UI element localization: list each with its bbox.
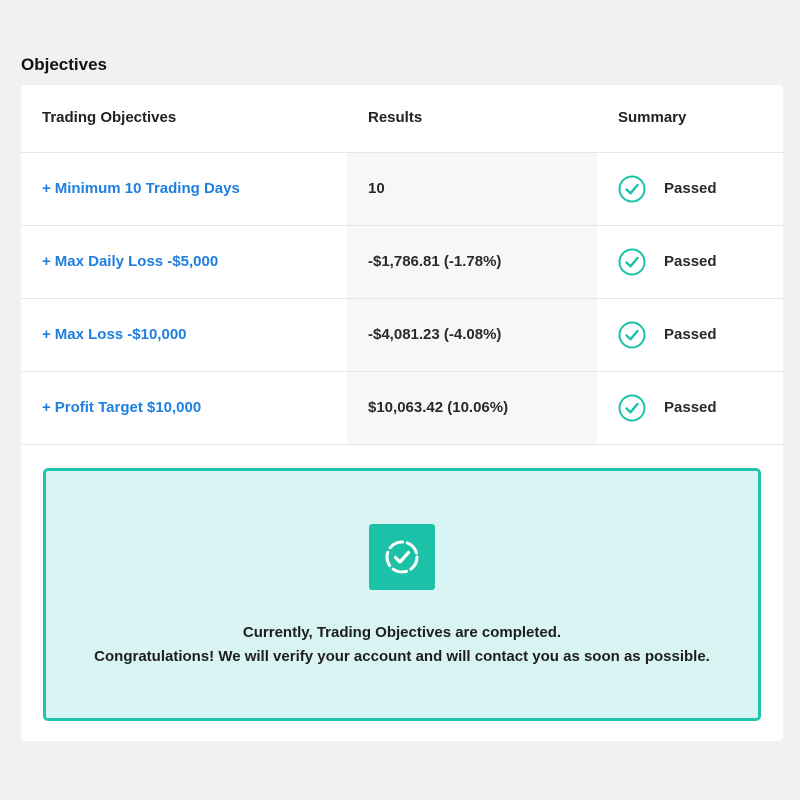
- expand-plus-icon: +: [42, 253, 51, 270]
- result-value: -$1,786.81 (-1.78%): [368, 253, 502, 270]
- objective-link[interactable]: + Minimum 10 Trading Days: [42, 153, 240, 226]
- completion-badge: [369, 524, 435, 590]
- verification-message: Congratulations! We will verify your acc…: [94, 648, 710, 665]
- objective-label: Max Daily Loss -$5,000: [54, 253, 219, 270]
- result-value: -$4,081.23 (-4.08%): [368, 326, 502, 343]
- table-row: + Profit Target $10,000 $10,063.42 (10.06…: [21, 372, 783, 445]
- objective-link[interactable]: + Max Daily Loss -$5,000: [42, 226, 218, 299]
- summary-status: Passed: [664, 180, 717, 197]
- objective-link[interactable]: + Profit Target $10,000: [42, 372, 201, 445]
- summary-status: Passed: [664, 326, 717, 343]
- objective-label: Max Loss -$10,000: [54, 326, 187, 343]
- expand-plus-icon: +: [42, 399, 51, 416]
- section-title: Objectives: [21, 55, 107, 74]
- summary-status: Passed: [664, 399, 717, 416]
- header-trading-objectives: Trading Objectives: [42, 109, 177, 126]
- table-row: + Max Daily Loss -$5,000 -$1,786.81 (-1.7…: [21, 226, 783, 299]
- table-row: + Max Loss -$10,000 -$4,081.23 (-4.08%) P…: [21, 299, 783, 372]
- objective-link[interactable]: + Max Loss -$10,000: [42, 299, 187, 372]
- expand-plus-icon: +: [42, 326, 51, 343]
- summary-status: Passed: [664, 253, 717, 270]
- table-header: Trading Objectives Results Summary: [21, 85, 783, 153]
- objective-label: Minimum 10 Trading Days: [54, 180, 240, 197]
- header-results: Results: [368, 109, 423, 126]
- result-value: $10,063.42 (10.06%): [368, 399, 509, 416]
- result-value: 10: [368, 180, 385, 197]
- objectives-card: Trading Objectives Results Summary + Mini…: [21, 85, 783, 741]
- check-circle-icon: [618, 248, 646, 276]
- completion-message: Currently, Trading Objectives are comple…: [242, 624, 562, 641]
- dashed-check-circle-icon: [385, 540, 419, 574]
- check-circle-icon: [618, 394, 646, 422]
- check-circle-icon: [618, 175, 646, 203]
- table-row: + Minimum 10 Trading Days 10 Passed: [21, 153, 783, 226]
- header-summary: Summary: [618, 109, 687, 126]
- objective-label: Profit Target $10,000: [54, 399, 202, 416]
- check-circle-icon: [618, 321, 646, 349]
- expand-plus-icon: +: [42, 180, 51, 197]
- completion-banner: Currently, Trading Objectives are comple…: [43, 468, 761, 721]
